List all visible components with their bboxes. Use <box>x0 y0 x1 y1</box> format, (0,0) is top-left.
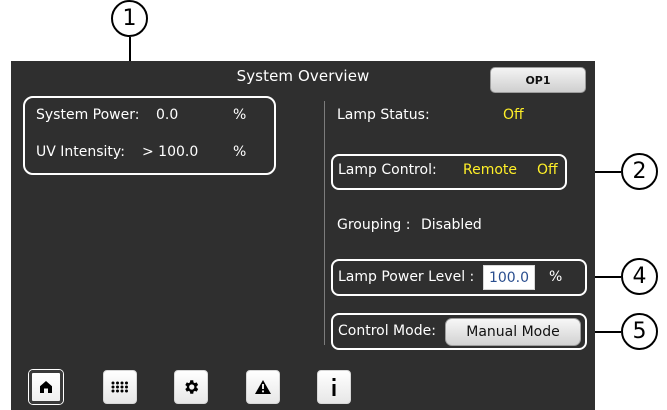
home-icon <box>40 381 52 393</box>
grid-button[interactable] <box>103 370 137 404</box>
system-power-label: System Power: <box>36 107 140 123</box>
grouping-value: Disabled <box>421 217 482 233</box>
lamp-control-mode[interactable]: Remote <box>463 162 517 178</box>
callout-1: 1 <box>111 0 148 37</box>
uv-intensity-value: > 100.0 <box>142 144 199 160</box>
lamp-control-state[interactable]: Off <box>537 162 558 178</box>
gear-icon <box>185 380 199 394</box>
operator-button[interactable]: OP1 <box>490 67 586 93</box>
manual-mode-button[interactable]: Manual Mode <box>445 318 581 346</box>
home-button[interactable] <box>29 370 63 404</box>
lamp-status-label: Lamp Status: <box>337 107 430 123</box>
callout-5: 5 <box>621 313 658 350</box>
callout-2: 2 <box>621 153 658 190</box>
uv-intensity-unit: % <box>233 144 247 160</box>
grouping-label: Grouping : <box>337 217 411 233</box>
system-overview-screen: System Overview OP1 System Power: 0.0 % … <box>11 61 595 410</box>
control-mode-label: Control Mode: <box>338 323 436 339</box>
lamp-power-label: Lamp Power Level : <box>338 269 475 285</box>
alerts-button[interactable] <box>246 370 280 404</box>
ui-screenshot-page: 1 2 4 5 System Overview OP1 System Power… <box>0 0 667 410</box>
lamp-control-label: Lamp Control: <box>338 162 437 178</box>
info-button[interactable] <box>317 370 351 404</box>
lamp-power-input[interactable]: 100.0 <box>483 265 535 290</box>
grid-icon <box>111 381 128 393</box>
system-power-unit: % <box>233 107 247 123</box>
callout-4: 4 <box>621 258 658 295</box>
system-power-value: 0.0 <box>156 107 179 123</box>
lamp-power-unit: % <box>549 269 563 285</box>
uv-intensity-label: UV Intensity: <box>36 144 125 160</box>
lamp-status-value: Off <box>503 107 524 123</box>
info-icon <box>332 378 336 396</box>
settings-button[interactable] <box>174 370 208 404</box>
warning-icon <box>255 380 271 394</box>
section-divider <box>324 101 325 345</box>
